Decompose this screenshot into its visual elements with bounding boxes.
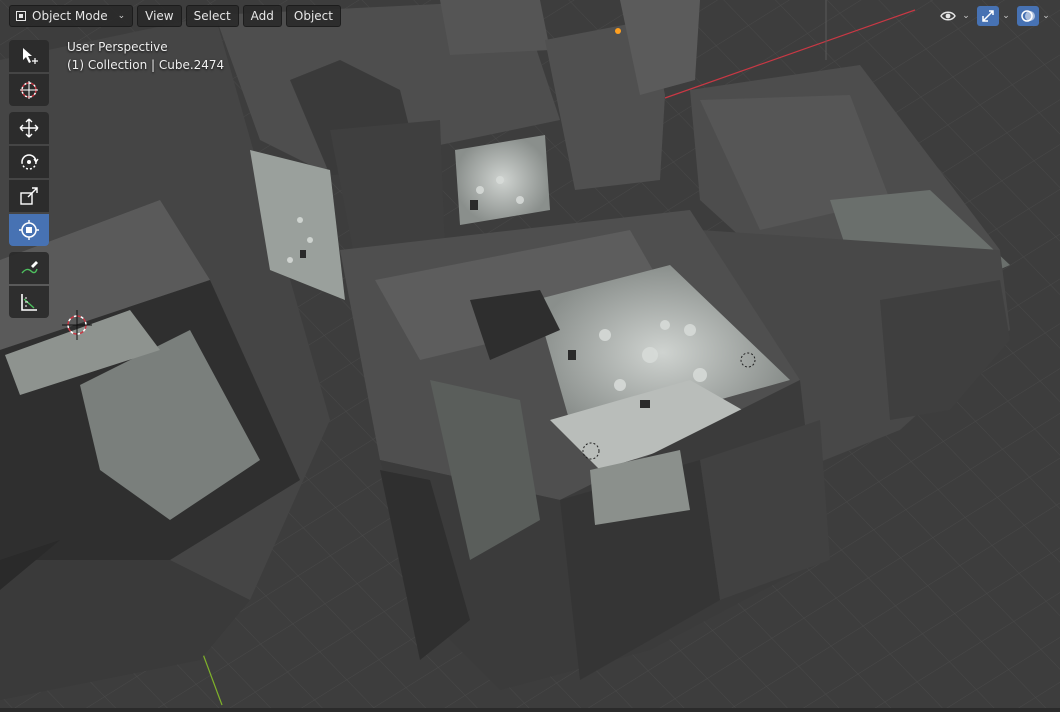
measure-tool[interactable] bbox=[9, 286, 49, 318]
gizmo-icon[interactable] bbox=[977, 6, 999, 26]
rotate-tool[interactable] bbox=[9, 146, 49, 178]
active-object-label: (1) Collection | Cube.2474 bbox=[67, 58, 225, 72]
ruler-icon bbox=[21, 294, 37, 311]
scale-tool[interactable] bbox=[9, 180, 49, 212]
viewport-bottom-border bbox=[0, 708, 1060, 712]
transform-icon bbox=[19, 220, 39, 240]
gizmo-group[interactable]: ⌄ bbox=[977, 5, 1011, 27]
scene-render[interactable] bbox=[0, 0, 1060, 712]
view-name: User Perspective bbox=[67, 40, 168, 54]
viewport-info-overlay: User Perspective (1) Collection | Cube.2… bbox=[67, 38, 224, 74]
menu-add[interactable]: Add bbox=[242, 5, 282, 27]
transform-tool[interactable] bbox=[9, 214, 49, 246]
chevron-down-icon[interactable]: ⌄ bbox=[1041, 11, 1051, 21]
menu-view[interactable]: View bbox=[137, 5, 182, 27]
mode-selector[interactable]: Object Mode ⌄ bbox=[9, 5, 134, 27]
viewport-header: Object Mode ⌄ View Select Add Object bbox=[9, 5, 341, 27]
cursor-tool[interactable] bbox=[9, 74, 49, 106]
3d-cursor-icon bbox=[20, 81, 38, 99]
pencil-icon bbox=[21, 261, 38, 274]
scale-icon bbox=[20, 187, 38, 205]
cursor-arrow-icon bbox=[23, 48, 38, 64]
tool-shelf bbox=[9, 40, 49, 324]
rotate-icon bbox=[21, 154, 39, 170]
3d-viewport[interactable]: Object Mode ⌄ View Select Add Object ⌄ ⌄… bbox=[0, 0, 1060, 712]
visibility-eye-icon[interactable] bbox=[937, 6, 959, 26]
mode-label: Object Mode bbox=[32, 9, 108, 23]
overlay-group[interactable]: ⌄ bbox=[1017, 5, 1051, 27]
chevron-down-icon[interactable]: ⌄ bbox=[1001, 11, 1011, 21]
chevron-down-icon: ⌄ bbox=[117, 11, 126, 21]
object-mode-icon bbox=[16, 11, 26, 21]
chevron-down-icon[interactable]: ⌄ bbox=[961, 11, 971, 21]
visibility-group[interactable]: ⌄ bbox=[937, 5, 971, 27]
move-tool[interactable] bbox=[9, 112, 49, 144]
menu-object[interactable]: Object bbox=[285, 5, 341, 27]
annotate-tool[interactable] bbox=[9, 252, 49, 284]
menu-select[interactable]: Select bbox=[185, 5, 239, 27]
overlay-icon[interactable] bbox=[1017, 6, 1039, 26]
viewport-header-right: ⌄ ⌄ ⌄ bbox=[937, 5, 1051, 27]
select-box-tool[interactable] bbox=[9, 40, 49, 72]
move-arrows-icon bbox=[19, 118, 39, 138]
